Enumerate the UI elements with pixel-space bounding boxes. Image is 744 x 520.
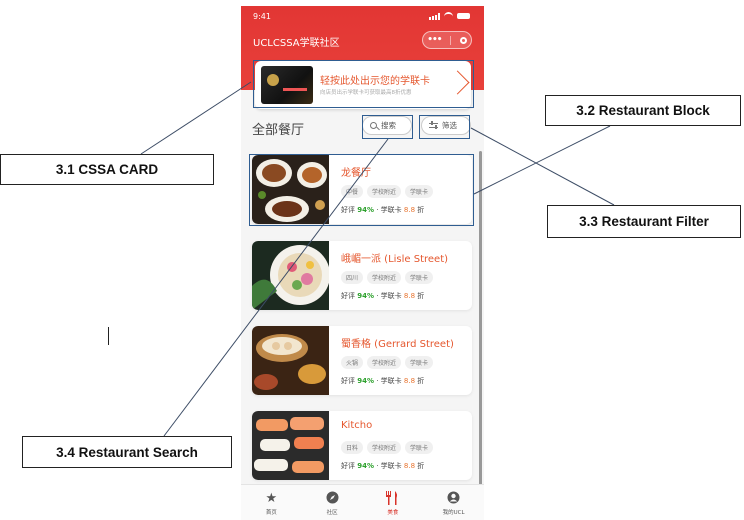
callout-restaurant-filter: 3.3 Restaurant Filter [547,205,741,238]
text-cursor [108,327,109,345]
callout-restaurant-search: 3.4 Restaurant Search [22,436,232,468]
callout-cssa-card: 3.1 CSSA CARD [0,154,214,185]
restaurant-block-connector [473,125,611,195]
callout-restaurant-block: 3.2 Restaurant Block [545,95,741,126]
restaurant-filter-connector [470,127,615,206]
cssa-card-connector [140,81,252,155]
